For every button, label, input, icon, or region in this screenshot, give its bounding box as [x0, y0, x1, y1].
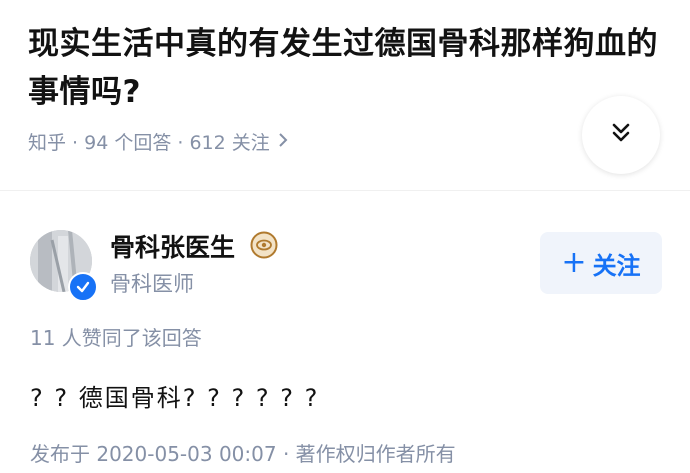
divider [0, 190, 690, 191]
publish-info: 发布于 2020-05-03 00:07 · 著作权归作者所有 [30, 442, 456, 466]
expand-button[interactable] [582, 96, 660, 174]
author-title: 骨科医师 [110, 272, 194, 296]
question-meta[interactable]: 知乎 · 94 个回答 · 612 关注 [28, 128, 288, 155]
question-meta-text: 知乎 · 94 个回答 · 612 关注 [28, 132, 270, 154]
chevron-right-icon [278, 132, 288, 152]
double-chevron-down-icon [610, 122, 632, 148]
plus-icon: + [561, 245, 587, 280]
follow-label: 关注 [592, 251, 641, 280]
eye-badge-icon[interactable] [250, 231, 278, 259]
answer-content[interactable]: ? ? 德国骨科? ? ? ? ? ? [30, 378, 319, 413]
author-name[interactable]: 骨科张医生 [110, 228, 235, 264]
follow-button[interactable]: + 关注 [540, 232, 662, 294]
question-title[interactable]: 现实生活中真的有发生过德国骨科那样狗血的事情吗? [28, 20, 668, 116]
verified-check-icon [68, 272, 98, 302]
vote-count: 11 人赞同了该回答 [30, 326, 202, 350]
